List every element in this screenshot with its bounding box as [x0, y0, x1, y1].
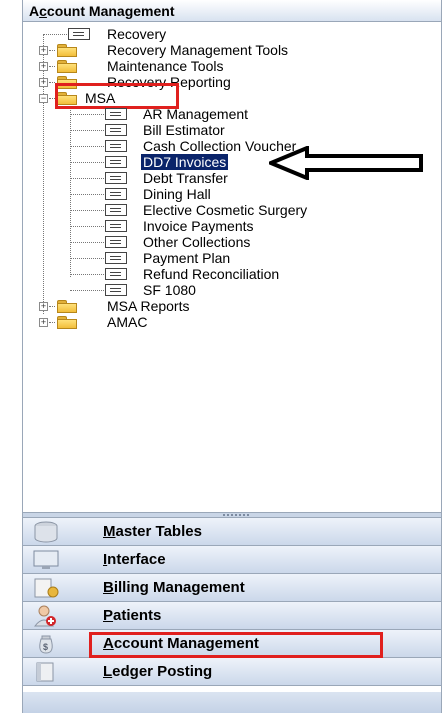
account-management-highlight-box [89, 632, 383, 658]
tree-item-invoice-payments[interactable]: Invoice Payments [23, 218, 423, 234]
panel-title-accesskey: c [39, 3, 47, 19]
tree-item-refund-reconciliation[interactable]: Refund Reconciliation [23, 266, 423, 282]
nav-button-label: Ledger Posting [103, 663, 213, 680]
money-bag-icon: $ [39, 635, 53, 654]
document-icon [105, 284, 127, 296]
tree-item-label: Debt Transfer [143, 170, 228, 186]
expand-icon[interactable]: + [39, 78, 48, 87]
tree-item-recovery[interactable]: Recovery [23, 26, 423, 42]
expand-icon[interactable]: + [39, 318, 48, 327]
navigation-tree: Recovery + Recovery Management Tools + M… [23, 24, 441, 512]
document-icon [105, 252, 127, 264]
patient-icon [33, 605, 56, 627]
tree-line [49, 66, 55, 67]
document-icon [105, 188, 127, 200]
tree-item-payment-plan[interactable]: Payment Plan [23, 250, 423, 266]
panel-header: Account Management [23, 0, 441, 22]
folder-icon [57, 44, 77, 57]
account-management-panel: Account Management Recovery + Recovery M… [22, 0, 442, 713]
nav-button-ledger-posting[interactable]: Ledger Posting [23, 658, 441, 686]
svg-text:$: $ [43, 642, 48, 652]
tree-item-elective-cosmetic-surgery[interactable]: Elective Cosmetic Surgery [23, 202, 423, 218]
tree-item-label: Maintenance Tools [107, 58, 224, 74]
tree-item-dining-hall[interactable]: Dining Hall [23, 186, 423, 202]
monitor-icon [33, 550, 59, 569]
document-icon [105, 268, 127, 280]
tree-item-label: AMAC [107, 314, 148, 330]
document-icon [105, 236, 127, 248]
tree-item-label: MSA Reports [107, 298, 190, 314]
tree-line [70, 290, 104, 291]
tree-item-label: AR Management [143, 106, 249, 122]
folder-icon [57, 300, 77, 313]
tree-item-other-collections[interactable]: Other Collections [23, 234, 423, 250]
tree-line [70, 146, 104, 147]
tree-line [70, 274, 104, 275]
grip-icon [223, 514, 249, 516]
tree-item-recovery-management-tools[interactable]: + Recovery Management Tools [23, 42, 423, 58]
tree-item-label: Payment Plan [143, 250, 231, 266]
tree-item-sf-1080[interactable]: SF 1080 [23, 282, 423, 298]
tree-line [70, 210, 104, 211]
document-icon [105, 124, 127, 136]
tree-item-ar-management[interactable]: AR Management [23, 106, 423, 122]
expand-icon[interactable]: + [39, 302, 48, 311]
ledger-icon [36, 662, 54, 682]
tree-line [70, 258, 104, 259]
document-icon [105, 156, 127, 168]
tree-line [49, 50, 55, 51]
tree-item-label: Other Collections [143, 234, 251, 250]
nav-button-label: Billing Management [103, 579, 245, 596]
tree-item-label: Elective Cosmetic Surgery [143, 202, 308, 218]
nav-button-interface[interactable]: Interface [23, 546, 441, 574]
tree-item-bill-estimator[interactable]: Bill Estimator [23, 122, 423, 138]
tree-item-label: Dining Hall [143, 186, 211, 202]
tree-line [70, 178, 104, 179]
tree-item-label: Recovery [107, 26, 167, 42]
nav-button-label: Interface [103, 551, 166, 568]
tree-line [70, 226, 104, 227]
panel-title-rest: count Management [46, 3, 175, 19]
expand-icon[interactable]: + [39, 46, 48, 55]
arrow-annotation-icon [269, 146, 423, 180]
tree-line [70, 130, 104, 131]
folder-icon [57, 316, 77, 329]
tree-line [49, 322, 55, 323]
tree-line [70, 162, 104, 163]
folder-icon [57, 60, 77, 73]
nav-button-master-tables[interactable]: Master Tables [23, 518, 441, 546]
tree-item-label: SF 1080 [143, 282, 196, 298]
tree-line [70, 194, 104, 195]
collapse-icon[interactable]: − [39, 94, 48, 103]
nav-button-patients[interactable]: Patients [23, 602, 441, 630]
panel-title-a: A [29, 3, 40, 19]
tree-line [70, 114, 104, 115]
tree-item-msa-reports[interactable]: + MSA Reports [23, 298, 423, 314]
nav-button-billing-management[interactable]: Billing Management [23, 574, 441, 602]
tree-line [43, 34, 67, 35]
tree-item-label: Recovery Management Tools [107, 42, 289, 58]
document-icon [105, 140, 127, 152]
expand-icon[interactable]: + [39, 62, 48, 71]
document-icon [105, 220, 127, 232]
database-icon [34, 521, 58, 543]
document-icon [68, 28, 90, 40]
nav-button-label: Patients [103, 607, 162, 624]
tree-item-amac[interactable]: + AMAC [23, 314, 423, 330]
tree-item-label: Refund Reconciliation [143, 266, 280, 282]
nav-button-label: Master Tables [103, 523, 202, 540]
tree-line [70, 242, 104, 243]
nav-overflow-strip [23, 692, 441, 713]
tree-item-maintenance-tools[interactable]: + Maintenance Tools [23, 58, 423, 74]
document-icon [105, 204, 127, 216]
document-icon [105, 108, 127, 120]
document-icon [105, 172, 127, 184]
tree-item-label: Bill Estimator [143, 122, 225, 138]
billing-icon [34, 578, 59, 598]
tree-line [49, 306, 55, 307]
tree-item-label: Invoice Payments [143, 218, 254, 234]
tree-item-label-selected: DD7 Invoices [141, 154, 229, 170]
